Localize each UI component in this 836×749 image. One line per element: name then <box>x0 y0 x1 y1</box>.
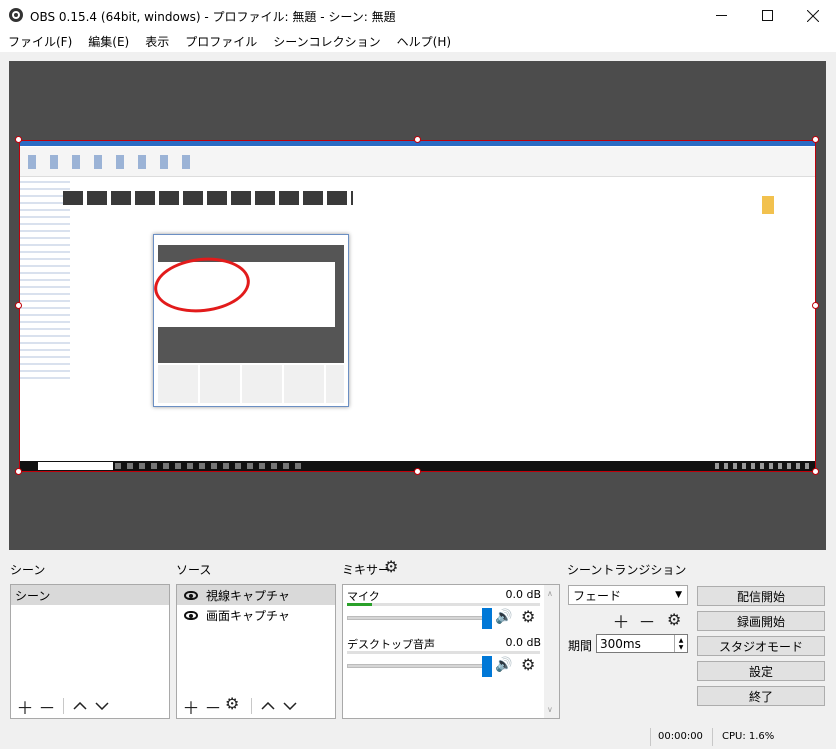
maximize-icon[interactable] <box>744 0 790 31</box>
chevron-down-icon: ▼ <box>675 590 682 600</box>
speaker-icon[interactable]: 🔊 <box>495 657 512 673</box>
source-name: 画面キャプチャ <box>206 608 290 623</box>
scenes-toolbar: ＋ － <box>11 694 169 719</box>
studio-mode-button[interactable]: スタジオモード <box>697 636 825 656</box>
status-separator <box>712 728 713 746</box>
transform-handle[interactable] <box>15 468 22 475</box>
source-name: 視線キャプチャ <box>206 588 290 603</box>
status-bar <box>0 727 836 749</box>
remove-scene-button[interactable]: － <box>37 696 57 719</box>
transform-handle[interactable] <box>15 136 22 143</box>
transform-handle[interactable] <box>414 468 421 475</box>
captured-folder-icon <box>762 196 774 214</box>
mixer-channel-db: 0.0 dB <box>505 588 541 601</box>
add-source-button[interactable]: ＋ <box>181 696 201 719</box>
captured-thumbnails <box>63 191 353 205</box>
menu-scene-collection[interactable]: シーンコレクション <box>265 33 388 50</box>
mixer-scrollbar[interactable]: ∧ ∨ <box>544 585 559 718</box>
transition-select-value: フェード <box>573 588 622 603</box>
menu-edit[interactable]: 編集(E) <box>80 33 137 50</box>
window-title: OBS 0.15.4 (64bit, windows) - プロファイル: 無題… <box>30 10 396 24</box>
remove-source-button[interactable]: － <box>203 696 223 719</box>
audio-meter <box>347 651 540 654</box>
start-streaming-button[interactable]: 配信開始 <box>697 586 825 606</box>
move-down-icon[interactable] <box>92 696 112 716</box>
scenes-label: シーン <box>10 563 46 577</box>
transform-handle[interactable] <box>812 136 819 143</box>
sources-panel: 視線キャプチャ 画面キャプチャ ＋ － ⚙ <box>176 584 336 719</box>
menu-bar: ファイル(F) 編集(E) 表示 プロファイル シーンコレクション ヘルプ(H) <box>0 31 836 52</box>
sources-toolbar: ＋ － ⚙ <box>177 694 335 719</box>
screen-capture-source[interactable] <box>19 140 816 472</box>
toolbar-separator <box>63 698 64 714</box>
duration-label: 期間 <box>568 639 593 653</box>
mixer-gear-icon[interactable]: ⚙ <box>384 559 398 575</box>
duration-spinbox[interactable]: 300ms ▲ ▼ <box>596 634 688 653</box>
obs-logo-icon <box>9 8 23 22</box>
menu-file[interactable]: ファイル(F) <box>0 33 80 50</box>
source-item[interactable]: 視線キャプチャ <box>177 585 335 605</box>
sources-label: ソース <box>176 563 212 577</box>
scenes-panel: シーン ＋ － <box>10 584 170 719</box>
transform-handle[interactable] <box>812 302 819 309</box>
captured-taskbar-icons <box>115 463 305 469</box>
add-scene-button[interactable]: ＋ <box>15 696 35 719</box>
captured-tray-icons <box>715 463 810 469</box>
close-icon[interactable] <box>790 0 836 31</box>
duration-value: 300ms <box>600 636 641 651</box>
captured-obs-window <box>151 234 349 407</box>
captured-taskbar-search <box>38 462 113 470</box>
exit-button[interactable]: 終了 <box>697 686 825 706</box>
add-transition-button[interactable]: ＋ <box>611 610 631 633</box>
transition-select[interactable]: フェード ▼ <box>568 585 688 605</box>
menu-help[interactable]: ヘルプ(H) <box>389 33 459 50</box>
scene-item[interactable]: シーン <box>11 585 169 605</box>
start-recording-button[interactable]: 録画開始 <box>697 611 825 631</box>
minimize-icon[interactable] <box>698 0 744 31</box>
mixer-label: ミキサー <box>342 563 391 577</box>
spin-up-icon[interactable]: ▲ <box>679 637 684 644</box>
toolbar-separator <box>251 698 252 714</box>
source-item[interactable]: 画面キャプチャ <box>177 605 335 625</box>
settings-button[interactable]: 設定 <box>697 661 825 681</box>
menu-view[interactable]: 表示 <box>137 33 177 50</box>
menu-profile[interactable]: プロファイル <box>177 33 265 50</box>
source-properties-gear-icon[interactable]: ⚙ <box>225 696 245 716</box>
eye-icon[interactable] <box>184 590 198 600</box>
spin-down-icon[interactable]: ▼ <box>679 644 684 651</box>
transform-handle[interactable] <box>812 468 819 475</box>
audio-meter-level <box>347 603 373 606</box>
move-up-icon[interactable] <box>258 696 278 716</box>
spin-buttons[interactable]: ▲ ▼ <box>674 635 687 652</box>
channel-gear-icon[interactable]: ⚙ <box>521 609 535 625</box>
mixer-channel-name: デスクトップ音声 <box>347 638 435 651</box>
transform-handle[interactable] <box>15 302 22 309</box>
scroll-down-icon[interactable]: ∨ <box>547 705 553 714</box>
status-time: 00:00:00 <box>658 731 703 742</box>
remove-transition-button[interactable]: － <box>637 610 657 633</box>
move-up-icon[interactable] <box>70 696 90 716</box>
transform-handle[interactable] <box>414 136 421 143</box>
volume-slider-knob[interactable] <box>482 608 492 629</box>
eye-icon[interactable] <box>184 610 198 620</box>
status-cpu: CPU: 1.6% <box>722 731 775 742</box>
volume-slider[interactable] <box>347 616 487 620</box>
captured-obs-docks <box>158 365 344 403</box>
scroll-up-icon[interactable]: ∧ <box>547 589 553 598</box>
volume-slider[interactable] <box>347 664 487 668</box>
mixer-channel-name: マイク <box>347 590 380 603</box>
speaker-icon[interactable]: 🔊 <box>495 609 512 625</box>
mixer-panel: マイク 0.0 dB 🔊 ⚙ デスクトップ音声 0.0 dB 🔊 ⚙ ∧ ∨ <box>342 584 560 719</box>
status-separator <box>650 728 651 746</box>
move-down-icon[interactable] <box>280 696 300 716</box>
mixer-channel-db: 0.0 dB <box>505 636 541 649</box>
captured-nav-pane <box>20 181 70 381</box>
transitions-label: シーントランジション <box>567 563 687 577</box>
transition-gear-icon[interactable]: ⚙ <box>667 612 681 628</box>
audio-meter <box>347 603 540 606</box>
volume-slider-knob[interactable] <box>482 656 492 677</box>
captured-ribbon-icons <box>28 155 198 169</box>
title-bar[interactable]: OBS 0.15.4 (64bit, windows) - プロファイル: 無題… <box>0 0 836 31</box>
channel-gear-icon[interactable]: ⚙ <box>521 657 535 673</box>
